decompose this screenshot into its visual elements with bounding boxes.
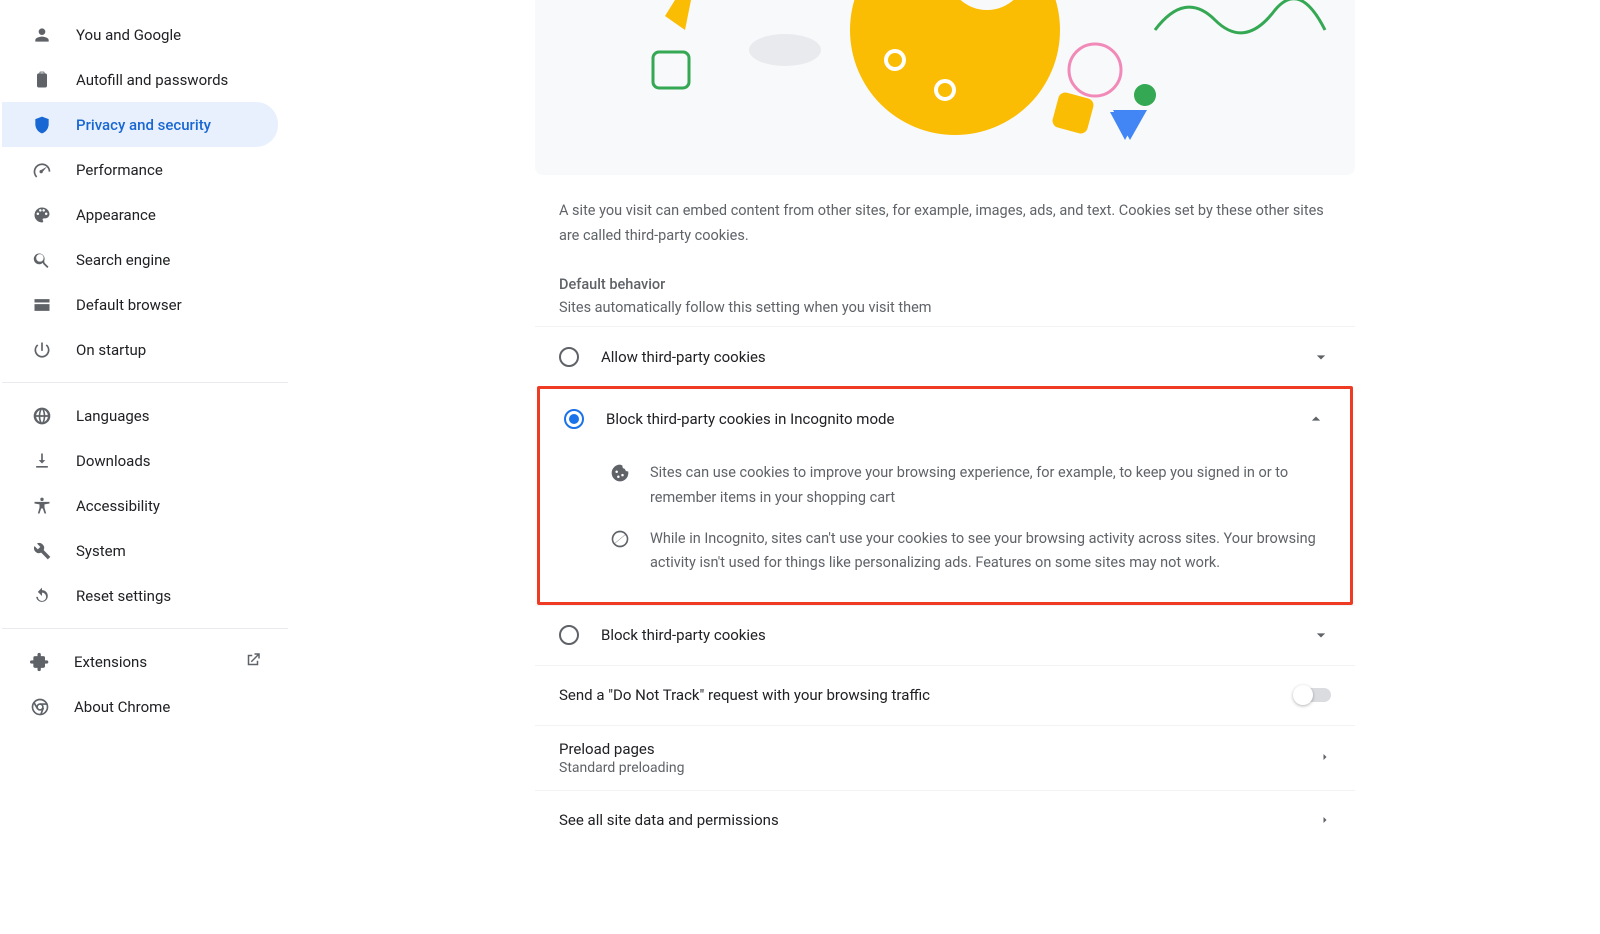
chevron-down-icon <box>1311 347 1331 367</box>
illustration-svg <box>535 0 1355 175</box>
sidebar-item-autofill[interactable]: Autofill and passwords <box>2 57 278 102</box>
shield-icon <box>32 115 52 135</box>
extension-icon <box>30 652 50 672</box>
sidebar-item-reset[interactable]: Reset settings <box>2 573 278 618</box>
sidebar-item-label: Reset settings <box>76 587 171 605</box>
sidebar-item-downloads[interactable]: Downloads <box>2 438 278 483</box>
accessibility-icon <box>32 496 52 516</box>
highlighted-option-box: Block third-party cookies in Incognito m… <box>537 386 1353 605</box>
sidebar-item-system[interactable]: System <box>2 528 278 573</box>
option-block-third-party[interactable]: Block third-party cookies <box>535 605 1355 665</box>
radio-checked-icon <box>564 409 584 429</box>
sidebar-item-label: Autofill and passwords <box>76 71 228 89</box>
sidebar-item-label: Downloads <box>76 452 151 470</box>
see-all-site-data-row[interactable]: See all site data and permissions <box>535 790 1355 850</box>
reset-icon <box>32 586 52 606</box>
palette-icon <box>32 205 52 225</box>
chrome-icon <box>30 697 50 717</box>
speedometer-icon <box>32 160 52 180</box>
sidebar-item-appearance[interactable]: Appearance <box>2 192 278 237</box>
globe-icon <box>32 406 52 426</box>
see-all-label: See all site data and permissions <box>559 811 1319 829</box>
option-details: Sites can use cookies to improve your br… <box>540 449 1350 602</box>
cookie-icon <box>610 463 630 483</box>
sidebar-item-label: Extensions <box>74 653 147 671</box>
do-not-track-row[interactable]: Send a "Do Not Track" request with your … <box>535 665 1355 725</box>
sidebar-item-label: Appearance <box>76 206 156 224</box>
preload-subtitle: Standard preloading <box>559 760 1319 776</box>
chevron-up-icon <box>1306 409 1326 429</box>
option-allow-third-party[interactable]: Allow third-party cookies <box>535 326 1355 386</box>
dnt-label: Send a "Do Not Track" request with your … <box>559 686 1295 704</box>
sidebar-item-label: Search engine <box>76 251 170 269</box>
sidebar-item-label: Performance <box>76 161 163 179</box>
browser-icon <box>32 295 52 315</box>
sidebar-item-label: System <box>76 542 126 560</box>
default-behavior-title: Default behavior <box>535 248 1355 299</box>
sidebar-item-search-engine[interactable]: Search engine <box>2 237 278 282</box>
external-link-icon <box>244 651 262 673</box>
settings-sidebar: You and Google Autofill and passwords Pr… <box>0 0 290 934</box>
sidebar-item-performance[interactable]: Performance <box>2 147 278 192</box>
person-icon <box>32 25 52 45</box>
sidebar-item-languages[interactable]: Languages <box>2 393 278 438</box>
sidebar-item-label: Default browser <box>76 296 182 314</box>
sidebar-item-on-startup[interactable]: On startup <box>2 327 278 372</box>
detail-text-1: Sites can use cookies to improve your br… <box>650 461 1326 510</box>
option-label: Block third-party cookies <box>601 626 1311 644</box>
chevron-down-icon <box>1311 625 1331 645</box>
sidebar-item-label: Accessibility <box>76 497 160 515</box>
main-content: A site you visit can embed content from … <box>290 0 1600 934</box>
sidebar-item-accessibility[interactable]: Accessibility <box>2 483 278 528</box>
sidebar-item-privacy-security[interactable]: Privacy and security <box>2 102 278 147</box>
block-icon <box>610 529 630 549</box>
wrench-icon <box>32 541 52 561</box>
sidebar-item-label: About Chrome <box>74 698 170 716</box>
sidebar-item-label: You and Google <box>76 26 181 44</box>
sidebar-item-label: Privacy and security <box>76 116 211 134</box>
sidebar-item-extensions[interactable]: Extensions <box>0 639 280 684</box>
detail-text-2: While in Incognito, sites can't use your… <box>650 527 1326 576</box>
option-label: Allow third-party cookies <box>601 348 1311 366</box>
cookie-illustration <box>535 0 1355 175</box>
radio-unchecked-icon <box>559 625 579 645</box>
toggle-off[interactable] <box>1295 688 1331 702</box>
sidebar-item-you-and-google[interactable]: You and Google <box>2 12 278 57</box>
power-icon <box>32 340 52 360</box>
download-icon <box>32 451 52 471</box>
cookies-description: A site you visit can embed content from … <box>535 175 1355 248</box>
arrow-right-icon <box>1319 748 1331 767</box>
sidebar-item-default-browser[interactable]: Default browser <box>2 282 278 327</box>
option-block-incognito[interactable]: Block third-party cookies in Incognito m… <box>540 389 1350 449</box>
option-label: Block third-party cookies in Incognito m… <box>606 410 1306 428</box>
preload-title: Preload pages <box>559 740 1319 758</box>
arrow-right-icon <box>1319 811 1331 830</box>
default-behavior-subtitle: Sites automatically follow this setting … <box>535 299 1355 326</box>
preload-pages-row[interactable]: Preload pages Standard preloading <box>535 725 1355 790</box>
radio-unchecked-icon <box>559 347 579 367</box>
sidebar-item-about-chrome[interactable]: About Chrome <box>0 684 280 729</box>
sidebar-item-label: On startup <box>76 341 146 359</box>
search-icon <box>32 250 52 270</box>
sidebar-item-label: Languages <box>76 407 150 425</box>
clipboard-icon <box>32 70 52 90</box>
